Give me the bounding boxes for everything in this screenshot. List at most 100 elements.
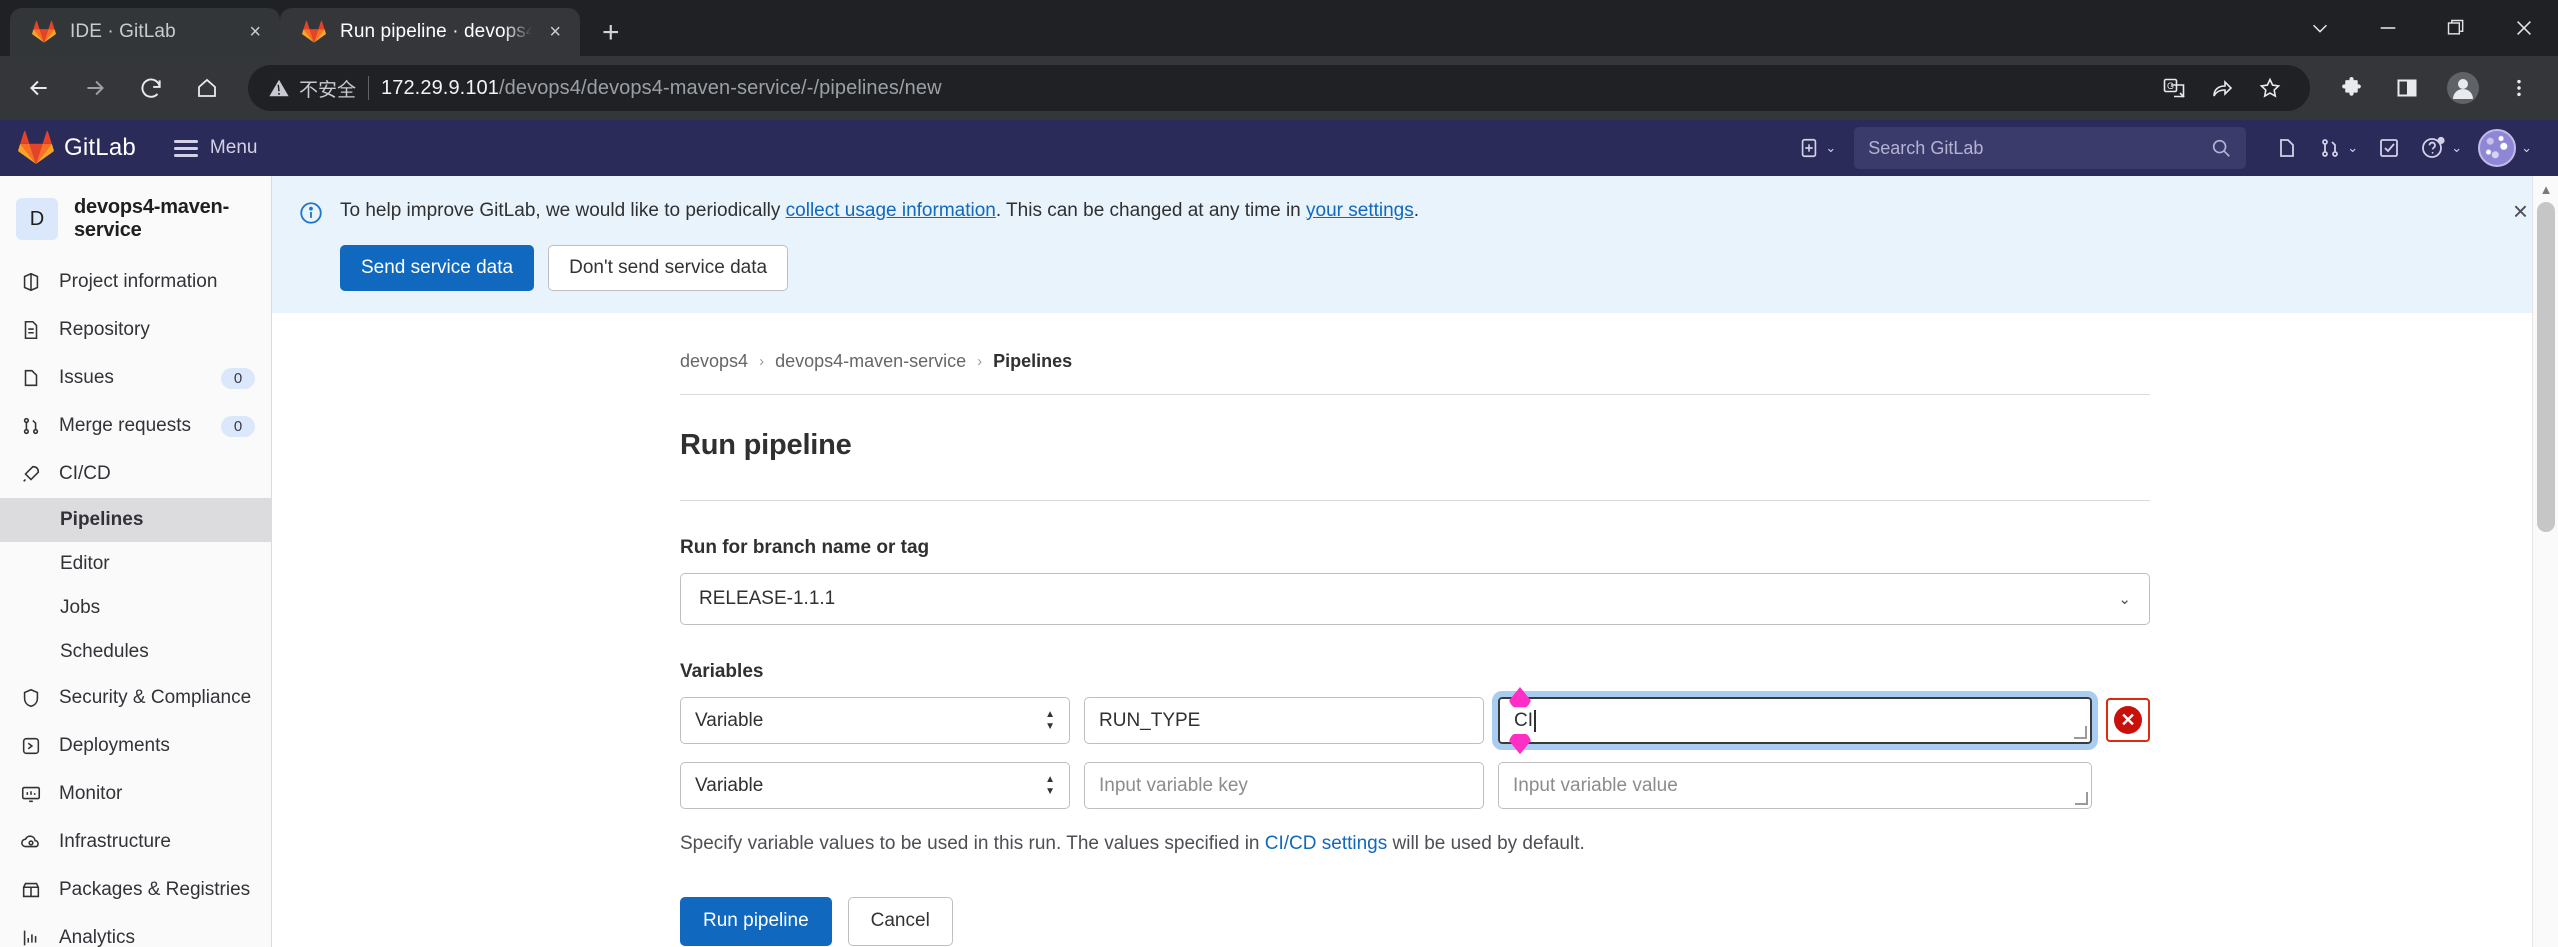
sidebar-sublabel: Jobs	[60, 597, 101, 618]
url-host: 172.29.9.101	[381, 76, 499, 99]
close-window-icon[interactable]	[2490, 0, 2558, 56]
todos-nav-button[interactable]	[2368, 127, 2410, 169]
gitlab-navbar: GitLab Menu ⌄ Search GitLab ⌄ ⌄ ⌄	[0, 120, 2558, 176]
new-tab-button[interactable]: +	[602, 18, 620, 48]
back-icon[interactable]	[14, 63, 64, 113]
sidebar-item-monitor[interactable]: Monitor	[0, 770, 271, 818]
home-icon[interactable]	[182, 63, 232, 113]
sidebar-item-merge-requests[interactable]: Merge requests 0	[0, 402, 271, 450]
sidebar-item-editor[interactable]: Editor	[0, 542, 271, 586]
variable-type-select-2[interactable]: Variable ▲ ▼	[680, 762, 1070, 810]
gitlab-menu-button[interactable]: Menu	[173, 137, 258, 159]
selection-handle-bottom[interactable]	[1509, 734, 1531, 755]
browser-tab-1-title: IDE · GitLab	[70, 21, 176, 42]
sidebar-item-analytics[interactable]: Analytics	[0, 914, 271, 947]
breadcrumb-separator: ›	[759, 353, 765, 371]
url-path: /devops4/devops4-maven-service/-/pipelin…	[499, 76, 942, 99]
dont-send-service-data-button[interactable]: Don't send service data	[548, 244, 789, 292]
cancel-button[interactable]: Cancel	[847, 897, 953, 946]
branch-select[interactable]: RELEASE-1.1.1 ⌄	[680, 573, 2150, 626]
forward-icon[interactable]	[70, 63, 120, 113]
user-menu-button[interactable]: ⌄	[2472, 127, 2538, 169]
variable-type-select-1[interactable]: Variable ▲ ▼	[680, 697, 1070, 745]
delete-variable-button-1[interactable]: ✕	[2106, 698, 2150, 743]
gitlab-navbar-right: ⌄ Search GitLab ⌄ ⌄ ⌄	[1792, 127, 2538, 169]
issues-nav-button[interactable]	[2266, 127, 2308, 169]
chevron-down-icon: ⌄	[2347, 140, 2359, 155]
share-icon[interactable]	[2200, 66, 2244, 110]
sidebar-item-issues[interactable]: Issues 0	[0, 354, 271, 402]
restore-icon[interactable]	[2422, 0, 2490, 56]
sidebar-item-packages-registries[interactable]: Packages & Registries	[0, 866, 271, 914]
gitlab-logo-icon[interactable]	[18, 130, 54, 166]
main-content: To help improve GitLab, we would like to…	[272, 176, 2558, 947]
new-dropdown-button[interactable]: ⌄	[1792, 127, 1842, 169]
bookmark-star-icon[interactable]	[2248, 66, 2292, 110]
window-controls	[2286, 0, 2558, 56]
monitor-icon	[18, 781, 44, 807]
extensions-puzzle-icon[interactable]	[2326, 63, 2376, 113]
alert-close-icon[interactable]: ×	[2513, 198, 2528, 224]
minimize-icon[interactable]	[2354, 0, 2422, 56]
gitlab-brand-label[interactable]: GitLab	[64, 134, 136, 162]
collect-usage-information-link[interactable]: collect usage information	[786, 200, 996, 221]
browser-tab-1[interactable]: IDE · GitLab ×	[10, 8, 280, 56]
sidebar-item-cicd[interactable]: CI/CD	[0, 450, 271, 498]
sidebar-item-security-compliance[interactable]: Security & Compliance	[0, 674, 271, 722]
sidebar-item-infrastructure[interactable]: Infrastructure	[0, 818, 271, 866]
profile-avatar-icon[interactable]	[2438, 63, 2488, 113]
browser-tab-2[interactable]: Run pipeline · devops4 / devop ×	[280, 8, 580, 56]
sidebar-item-schedules[interactable]: Schedules	[0, 630, 271, 674]
sidebar-item-repository[interactable]: Repository	[0, 306, 271, 354]
resize-grip-icon[interactable]	[2075, 792, 2088, 806]
variable-value-placeholder: Input variable value	[1513, 774, 1678, 796]
sidebar-item-pipelines[interactable]: Pipelines	[0, 498, 271, 542]
breadcrumb-group[interactable]: devops4	[680, 351, 748, 372]
cicd-settings-link[interactable]: CI/CD settings	[1265, 833, 1387, 854]
scrollbar-thumb[interactable]	[2537, 202, 2555, 532]
chevron-down-icon: ⌄	[2451, 140, 2463, 155]
browser-tab-2-title: Run pipeline · devops4 / devop	[340, 21, 533, 42]
browser-tab-1-close-icon[interactable]: ×	[246, 22, 264, 42]
tab-search-chevron-icon[interactable]	[2286, 0, 2354, 56]
sidebar-item-deployments[interactable]: Deployments	[0, 722, 271, 770]
search-input[interactable]: Search GitLab	[1854, 127, 2247, 169]
help-text-after: will be used by default.	[1387, 833, 1585, 855]
scroll-up-arrow-icon[interactable]: ▲	[2533, 176, 2558, 202]
more-vertical-icon[interactable]	[2494, 63, 2544, 113]
help-nav-button[interactable]: ⌄	[2414, 127, 2468, 169]
project-header[interactable]: D devops4-maven-service	[0, 186, 271, 258]
your-settings-link[interactable]: your settings	[1306, 200, 1414, 221]
address-bar[interactable]: 不安全 172.29.9.101/devops4/devops4-maven-s…	[248, 65, 2310, 111]
variable-value-input-1[interactable]: CI	[1492, 697, 2098, 755]
translate-icon[interactable]: G	[2152, 66, 2196, 110]
page-scrollbar[interactable]: ▲	[2532, 176, 2558, 947]
browser-window: IDE · GitLab × Run pipeline · devops4 / …	[0, 0, 2558, 947]
chevron-down-icon: ⌄	[2118, 591, 2131, 609]
variable-key-value: RUN_TYPE	[1099, 709, 1201, 731]
selection-handle-top[interactable]	[1509, 687, 1531, 709]
variable-key-input-2[interactable]: Input variable key	[1084, 762, 1484, 810]
breadcrumb: devops4 › devops4-maven-service › Pipeli…	[680, 313, 2150, 394]
reload-icon[interactable]	[126, 63, 176, 113]
sidebar-item-jobs[interactable]: Jobs	[0, 586, 271, 630]
side-panel-icon[interactable]	[2382, 63, 2432, 113]
sidebar-label: Issues	[59, 367, 114, 388]
gitlab-menu-label: Menu	[209, 137, 258, 158]
infrastructure-icon	[18, 829, 44, 855]
breadcrumb-current: Pipelines	[993, 351, 1073, 372]
breadcrumb-project[interactable]: devops4-maven-service	[775, 351, 966, 372]
resize-grip-icon[interactable]	[2074, 726, 2087, 740]
send-service-data-button[interactable]: Send service data	[340, 244, 535, 292]
sidebar-label: Merge requests	[59, 415, 192, 436]
variable-key-input-1[interactable]: RUN_TYPE	[1084, 697, 1484, 745]
security-warning[interactable]: 不安全	[268, 75, 356, 102]
sidebar-label: Security & Compliance	[59, 687, 252, 708]
todos-check-icon	[2380, 139, 2399, 157]
sidebar-item-project-information[interactable]: Project information	[0, 258, 271, 306]
merge-requests-nav-button[interactable]: ⌄	[2312, 127, 2364, 169]
browser-tab-2-close-icon[interactable]: ×	[546, 22, 564, 42]
run-pipeline-button[interactable]: Run pipeline	[680, 897, 832, 946]
breadcrumb-separator: ›	[977, 353, 983, 371]
variable-value-input-2[interactable]: Input variable value	[1498, 762, 2092, 810]
